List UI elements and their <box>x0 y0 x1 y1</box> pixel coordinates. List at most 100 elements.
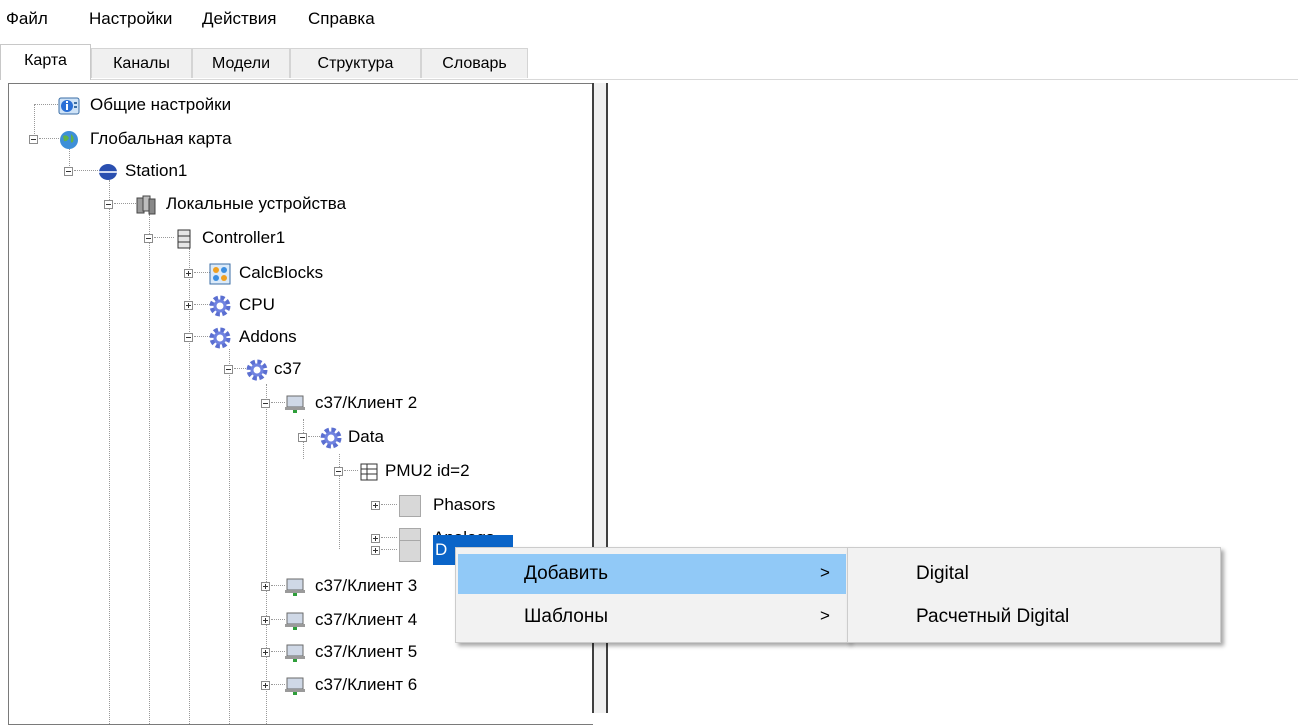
folder-box-icon <box>399 540 421 562</box>
tree-line <box>114 203 136 204</box>
collapse-icon[interactable] <box>29 135 38 144</box>
expand-icon[interactable] <box>261 681 270 690</box>
tree-line <box>74 170 98 171</box>
tree-label: Общие настройки <box>90 95 232 114</box>
menu-item-calc-digital[interactable]: Расчетный Digital <box>850 597 1218 637</box>
tree-label: c37/Клиент 5 <box>315 642 418 661</box>
menu-item-add[interactable]: Добавить > <box>458 554 846 594</box>
menu-item-digital[interactable]: Digital <box>850 554 1218 594</box>
tree-line <box>34 104 60 105</box>
tab-channels[interactable]: Каналы <box>91 48 192 78</box>
menu-settings[interactable]: Настройки <box>89 9 172 29</box>
tree-node-addons[interactable]: Addons <box>9 322 589 352</box>
tree-line <box>194 304 210 305</box>
tree-node-client6[interactable]: c37/Клиент 6 <box>9 670 589 700</box>
tree-line <box>271 585 285 586</box>
submenu-arrow-icon: > <box>820 563 830 582</box>
gear-icon <box>320 427 342 449</box>
collapse-icon[interactable] <box>334 467 343 476</box>
tree-node-calcblocks[interactable]: CalcBlocks <box>9 258 589 288</box>
tree-line <box>271 619 285 620</box>
tree-line <box>194 336 210 337</box>
calcblocks-icon <box>209 263 231 285</box>
tree-node-data[interactable]: Data <box>9 422 589 452</box>
expand-icon[interactable] <box>184 301 193 310</box>
tab-map[interactable]: Карта <box>0 44 91 80</box>
collapse-icon[interactable] <box>144 234 153 243</box>
tree-label: CalcBlocks <box>239 263 324 282</box>
submenu-arrow-icon: > <box>820 606 830 625</box>
network-client-icon <box>285 395 305 413</box>
network-client-icon <box>285 578 305 596</box>
tree-node-client2[interactable]: c37/Клиент 2 <box>9 388 589 418</box>
globe-icon <box>60 131 78 149</box>
tree-line <box>39 138 59 139</box>
tree-line <box>271 684 285 685</box>
menu-item-label: Шаблоны <box>524 606 609 627</box>
tab-divider <box>0 79 1298 80</box>
menu-item-label: Добавить <box>524 563 608 584</box>
menu-bar: Файл Настройки Действия Справка <box>0 0 1298 36</box>
tab-models[interactable]: Модели <box>192 48 290 78</box>
tree-label: c37/Клиент 6 <box>315 675 418 694</box>
tree-node-global-map[interactable]: Глобальная карта <box>9 124 589 154</box>
servers-icon <box>136 195 156 215</box>
tree-label: CPU <box>239 295 275 314</box>
collapse-icon[interactable] <box>64 167 73 176</box>
tree-node-c37[interactable]: c37 <box>9 354 589 384</box>
collapse-icon[interactable] <box>298 433 307 442</box>
menu-item-templates[interactable]: Шаблоны > <box>458 597 846 637</box>
tree-label: c37/Клиент 3 <box>315 576 418 595</box>
gear-icon <box>246 359 268 381</box>
expand-icon[interactable] <box>261 648 270 657</box>
menu-actions[interactable]: Действия <box>202 9 276 29</box>
tree-node-cpu[interactable]: CPU <box>9 290 589 320</box>
tree-label: Локальные устройства <box>166 194 347 213</box>
expand-icon[interactable] <box>261 616 270 625</box>
menu-file[interactable]: Файл <box>6 9 48 29</box>
tree-line <box>271 402 285 403</box>
tree-label: Data <box>348 427 384 446</box>
tab-structure[interactable]: Структура <box>290 48 421 78</box>
tree-label: c37 <box>274 359 302 378</box>
menu-help[interactable]: Справка <box>308 9 375 29</box>
tree-node-station1[interactable]: Station1 <box>9 156 589 186</box>
table-grid-icon <box>360 463 378 481</box>
tree-line <box>154 237 174 238</box>
tree-label: Phasors <box>433 495 496 514</box>
tree-node-controller1[interactable]: Controller1 <box>9 223 589 253</box>
tree-line <box>381 549 397 550</box>
tree-label: c37/Клиент 4 <box>315 610 418 629</box>
menu-item-label: Расчетный Digital <box>916 606 1070 627</box>
tree-node-phasors[interactable]: Phasors <box>9 490 589 520</box>
menu-item-label: Digital <box>916 563 969 584</box>
expand-icon[interactable] <box>184 269 193 278</box>
gear-icon <box>209 295 231 317</box>
tree-label: Controller1 <box>202 228 286 247</box>
tree-label: PMU2 id=2 <box>385 461 470 480</box>
expand-icon[interactable] <box>371 546 380 555</box>
network-client-icon <box>285 677 305 695</box>
collapse-icon[interactable] <box>224 365 233 374</box>
collapse-icon[interactable] <box>184 333 193 342</box>
info-settings-icon <box>58 97 80 115</box>
tree-line <box>271 651 285 652</box>
expand-icon[interactable] <box>371 501 380 510</box>
tree-node-local-devices[interactable]: Локальные устройства <box>9 189 589 219</box>
tree-line <box>344 470 358 471</box>
tree-line <box>194 272 210 273</box>
network-client-icon <box>285 644 305 662</box>
network-client-icon <box>285 612 305 630</box>
tree-line <box>381 504 397 505</box>
expand-icon[interactable] <box>261 582 270 591</box>
collapse-icon[interactable] <box>104 200 113 209</box>
controller-icon <box>177 229 191 249</box>
tree-label: c37/Клиент 2 <box>315 393 418 412</box>
tree-node-general-settings[interactable]: Общие настройки <box>9 90 589 120</box>
station-icon <box>99 164 117 180</box>
collapse-icon[interactable] <box>261 399 270 408</box>
tree-node-pmu2[interactable]: PMU2 id=2 <box>9 456 589 486</box>
folder-box-icon <box>399 495 421 517</box>
tree-label: Station1 <box>125 161 188 180</box>
tab-dictionary[interactable]: Словарь <box>421 48 528 78</box>
